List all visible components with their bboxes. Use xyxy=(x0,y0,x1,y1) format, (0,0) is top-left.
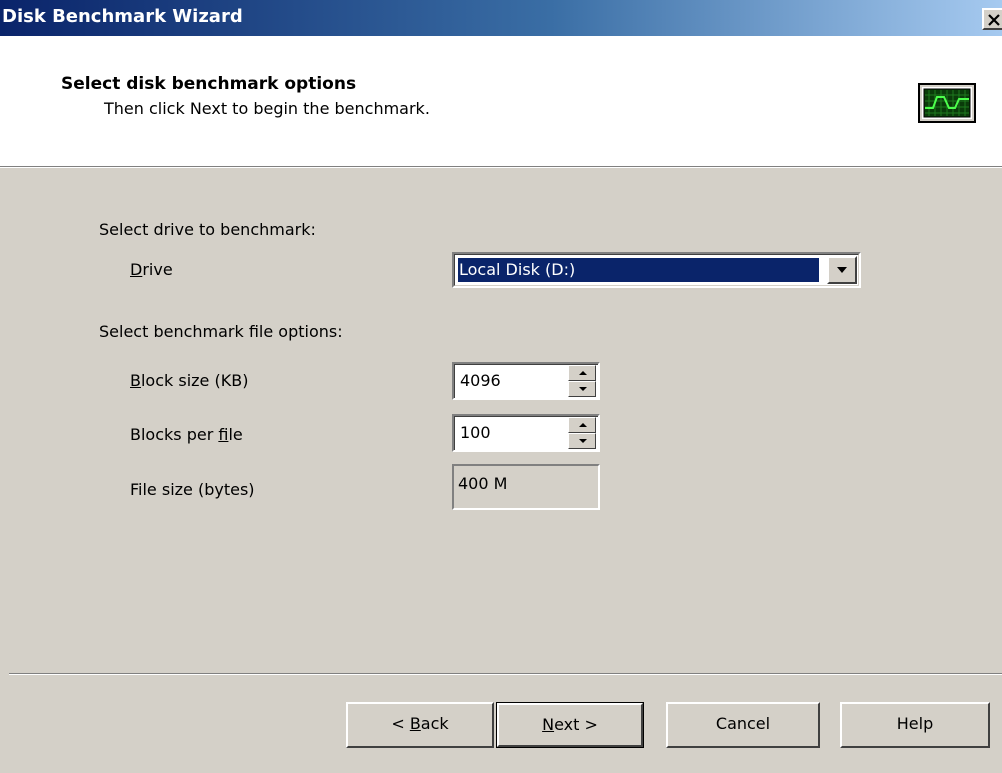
header-title: Select disk benchmark options xyxy=(61,74,357,94)
drive-label-text: rive xyxy=(142,260,173,279)
next-button[interactable]: Next > xyxy=(496,702,644,748)
drive-dropdown-button[interactable] xyxy=(827,256,857,284)
cancel-button[interactable]: Cancel xyxy=(666,702,820,748)
drive-label-accelerator: D xyxy=(130,260,143,279)
file-size-field: 400 M xyxy=(452,464,600,510)
footer-divider-highlight xyxy=(9,674,1002,675)
monitor-waveform-icon xyxy=(917,82,977,124)
blocks-per-file-label: Blocks per file xyxy=(130,425,243,444)
file-size-label: File size (bytes) xyxy=(130,480,255,499)
arrow-down-icon xyxy=(579,387,587,391)
next-button-face: Next > xyxy=(497,703,643,747)
header-subtitle: Then click Next to begin the benchmark. xyxy=(104,99,430,118)
arrow-up-icon xyxy=(579,371,587,375)
blocks-per-file-label-rest: ile xyxy=(228,425,243,444)
close-button[interactable] xyxy=(982,8,1002,30)
chevron-down-icon xyxy=(837,267,847,273)
file-size-value: 400 M xyxy=(458,474,508,493)
select-drive-heading: Select drive to benchmark: xyxy=(99,220,316,239)
block-size-stepper[interactable]: 4096 xyxy=(452,362,600,400)
blocks-per-file-decrement-button[interactable] xyxy=(568,433,596,449)
block-size-input[interactable]: 4096 xyxy=(460,371,501,390)
block-size-label: Block size (KB) xyxy=(130,371,248,390)
next-button-accelerator: N xyxy=(542,715,555,734)
blocks-per-file-increment-button[interactable] xyxy=(568,417,596,433)
back-button[interactable]: < Back xyxy=(346,702,494,748)
title-bar: Disk Benchmark Wizard xyxy=(0,0,1002,36)
block-size-label-text: lock size (KB) xyxy=(140,371,249,390)
blocks-per-file-label-pre: Blocks per xyxy=(130,425,219,444)
block-size-increment-button[interactable] xyxy=(568,365,596,381)
blocks-per-file-input[interactable]: 100 xyxy=(460,423,491,442)
drive-label: Drive xyxy=(130,260,173,279)
back-button-label: ack xyxy=(420,714,449,733)
arrow-down-icon xyxy=(579,439,587,443)
drive-select-value: Local Disk (D:) xyxy=(458,258,819,282)
close-icon xyxy=(988,14,1000,26)
header-divider-highlight xyxy=(0,167,1002,168)
block-size-decrement-button[interactable] xyxy=(568,381,596,397)
arrow-up-icon xyxy=(579,423,587,427)
blocks-per-file-accelerator: f xyxy=(218,425,229,444)
window-title: Disk Benchmark Wizard xyxy=(2,6,243,27)
drive-select[interactable]: Local Disk (D:) xyxy=(452,252,861,288)
block-size-accelerator: B xyxy=(130,371,141,390)
back-button-prefix: < xyxy=(391,714,410,733)
help-button[interactable]: Help xyxy=(840,702,990,748)
file-options-heading: Select benchmark file options: xyxy=(99,322,343,341)
next-button-label: ext > xyxy=(554,715,598,734)
blocks-per-file-stepper[interactable]: 100 xyxy=(452,414,600,452)
back-button-accelerator: B xyxy=(409,714,421,733)
